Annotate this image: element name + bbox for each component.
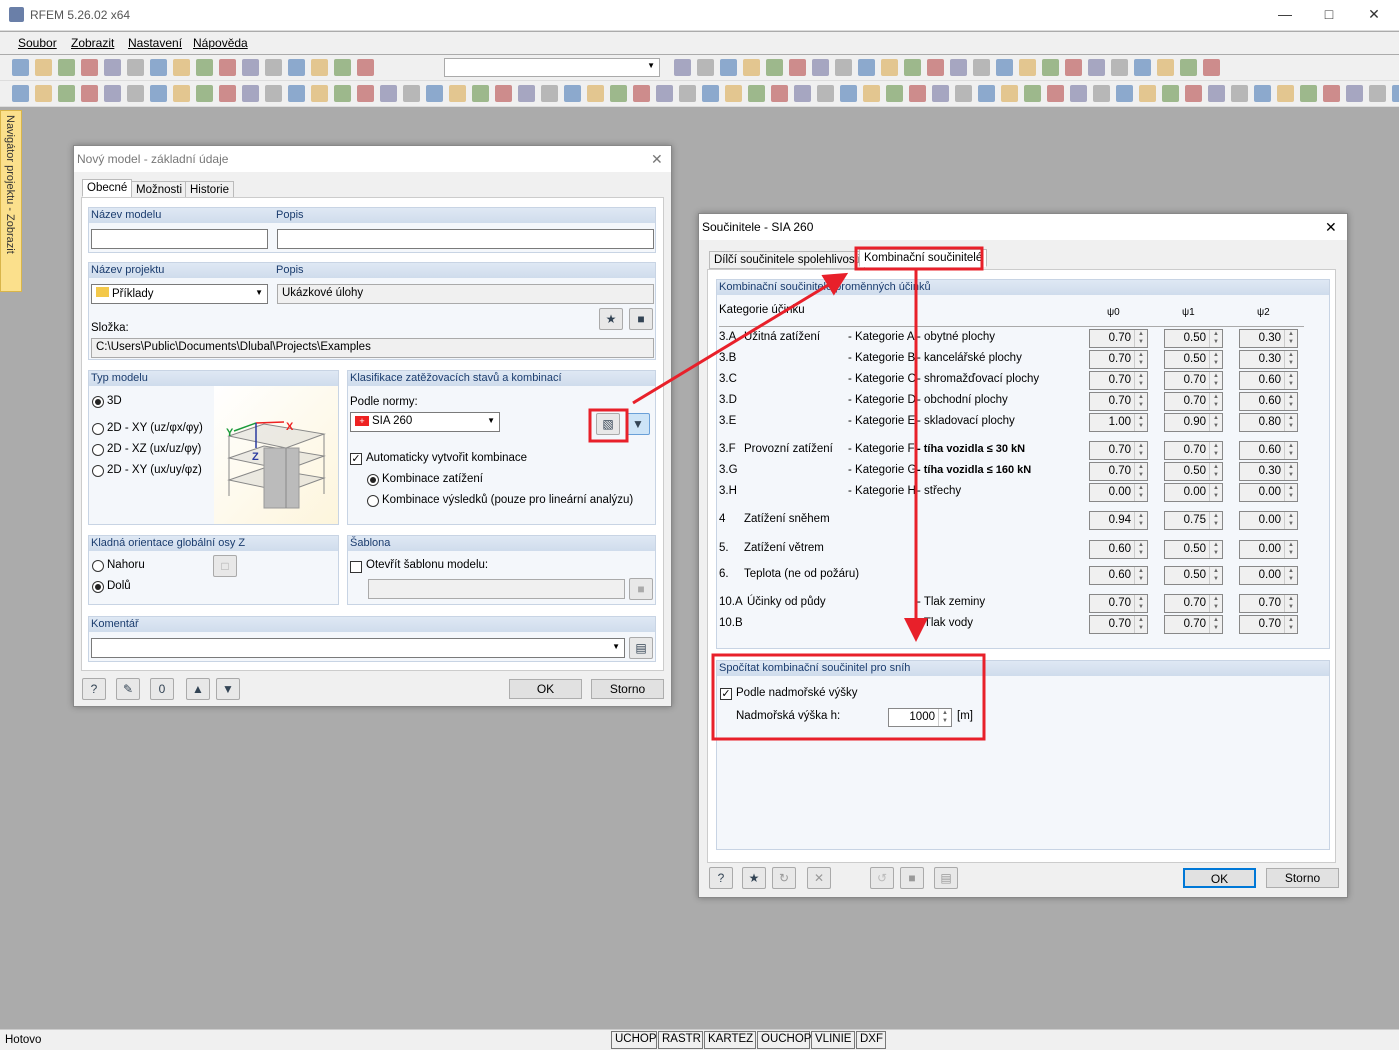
status-rastr-button[interactable]: RASTR: [658, 1031, 703, 1049]
status-uchop-button[interactable]: UCHOP: [611, 1031, 657, 1049]
status-ouchop-button[interactable]: OUCHOP: [757, 1031, 811, 1049]
status-kartez-button[interactable]: KARTEZ: [704, 1031, 756, 1049]
highlight-combination-tab: [854, 246, 984, 271]
annotation-overlay: [588, 246, 986, 741]
arrow-to-tab: [632, 272, 849, 405]
status-text: Hotovo: [5, 1034, 42, 1046]
highlight-snow-group: [711, 653, 986, 741]
status-dxf-button[interactable]: DXF: [856, 1031, 886, 1049]
status-vlinie-button[interactable]: VLINIE: [811, 1031, 855, 1049]
highlight-edit-button: [588, 408, 629, 443]
status-bar: Hotovo UCHOP RASTR KARTEZ OUCHOP VLINIE DXF: [0, 1029, 1399, 1050]
